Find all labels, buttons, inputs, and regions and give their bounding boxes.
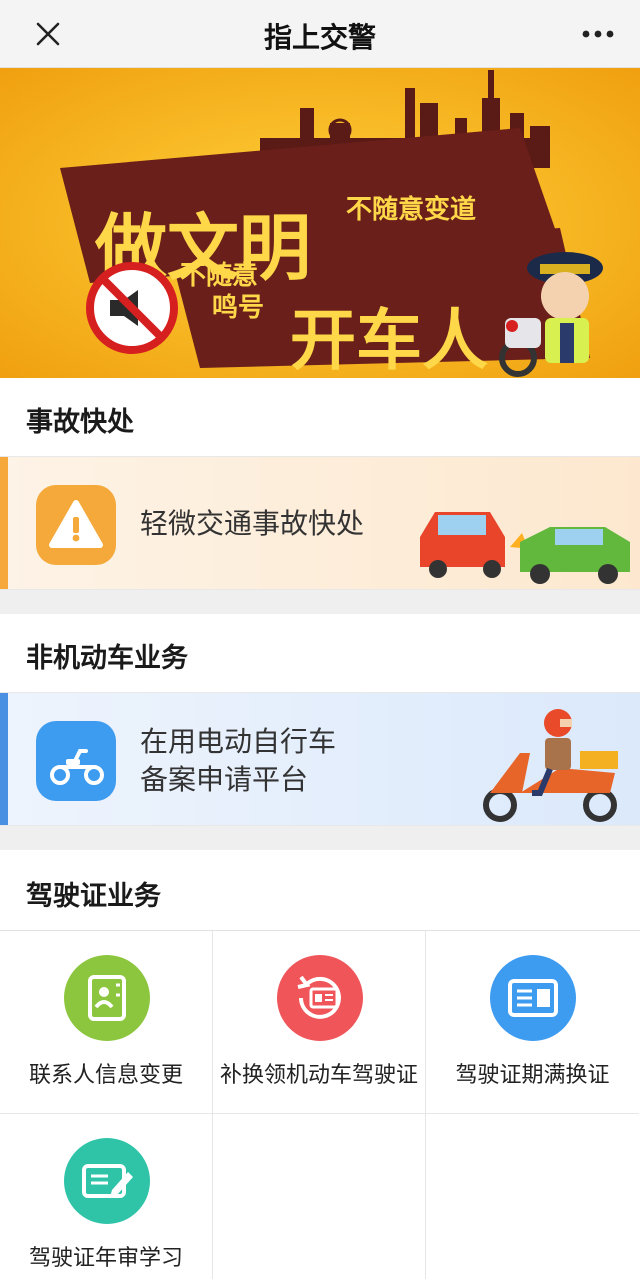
no-horn-sign-icon	[86, 262, 178, 354]
grid-item-contact-change[interactable]: 联系人信息变更	[0, 931, 213, 1114]
banner-slogan-2b: 鸣号	[212, 292, 264, 323]
ebike-card-line2: 备案申请平台	[140, 763, 309, 796]
ebike-registration-card[interactable]: 在用电动自行车 备案申请平台	[0, 692, 640, 826]
contact-book-icon	[64, 955, 150, 1041]
grid-empty-cell	[426, 1114, 639, 1279]
card-accent	[0, 457, 8, 589]
renew-card-icon	[277, 955, 363, 1041]
grid-item-label: 驾驶证年审学习	[28, 1246, 183, 1271]
promo-banner[interactable]: 做文明 开车人 不随意变道 不随意 鸣号	[0, 68, 640, 378]
banner-headline-bottom: 开车人	[290, 302, 488, 378]
section-accident-header: 事故快处	[0, 378, 640, 456]
grid-item-label: 驾驶证期满换证	[455, 1063, 610, 1088]
section-title: 非机动车业务	[26, 643, 188, 674]
scooter-rider-illustration	[483, 709, 618, 822]
section-license-header: 驾驶证业务	[0, 850, 640, 930]
grid-item-replace-license[interactable]: 补换领机动车驾驶证	[213, 931, 426, 1114]
accident-quick-card[interactable]: 轻微交通事故快处	[0, 456, 640, 590]
warning-icon	[36, 485, 116, 565]
page-title: 指上交警	[263, 21, 376, 54]
top-bar: 指上交警	[0, 0, 640, 68]
grid-item-label: 补换领机动车驾驶证	[219, 1063, 418, 1088]
ebike-card-line1: 在用电动自行车	[140, 725, 337, 758]
grid-item-label: 联系人信息变更	[28, 1063, 183, 1088]
more-dots-icon[interactable]	[578, 14, 618, 54]
accident-card-label: 轻微交通事故快处	[140, 507, 365, 540]
grid-empty-cell	[213, 1114, 426, 1279]
scooter-icon	[36, 721, 116, 801]
section-title: 驾驶证业务	[26, 881, 161, 912]
car-collision-illustration	[420, 512, 630, 584]
banner-illustration: 做文明 开车人 不随意变道 不随意 鸣号	[0, 68, 640, 378]
grid-item-license-expiry[interactable]: 驾驶证期满换证	[426, 931, 639, 1114]
note-pen-icon	[64, 1138, 150, 1224]
banner-slogan-1: 不随意变道	[346, 194, 476, 225]
card-accent	[0, 693, 8, 825]
id-card-icon	[490, 955, 576, 1041]
section-nonmotor-header: 非机动车业务	[0, 614, 640, 692]
section-title: 事故快处	[26, 407, 134, 438]
grid-item-annual-study[interactable]: 驾驶证年审学习	[0, 1114, 213, 1279]
banner-slogan-2a: 不随意	[180, 260, 258, 291]
license-service-grid: 联系人信息变更 补换领机动车驾驶证 驾驶证期满换证 驾驶证年审学习	[0, 930, 640, 1279]
